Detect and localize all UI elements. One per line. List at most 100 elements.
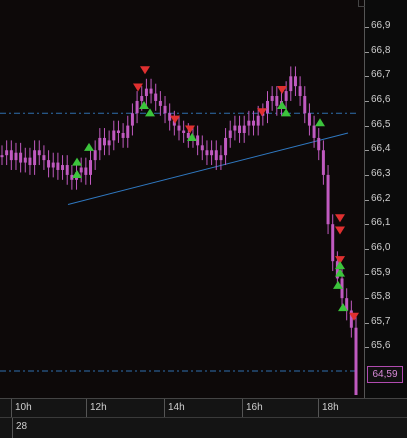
buy-signal-marker — [315, 118, 325, 127]
price-tick-mark — [365, 100, 369, 102]
candle-body — [23, 157, 27, 163]
candle-body — [149, 88, 153, 94]
candle-body — [5, 150, 9, 156]
price-tick-mark — [365, 150, 369, 152]
date-axis: 28 — [0, 417, 407, 438]
price-tick-label: 66,7 — [371, 69, 391, 81]
candle-body — [298, 86, 302, 97]
candle-body — [266, 100, 269, 114]
sell-signal-marker — [335, 226, 345, 235]
candle-body — [144, 88, 148, 97]
price-tick-label: 65,9 — [371, 266, 391, 278]
price-axis[interactable]: 66,9 66,8 66,7 66,6 66,5 66,4 66,3 66,2 66,1 66,0… — [365, 0, 407, 398]
time-separator — [242, 399, 243, 418]
date-separator — [12, 418, 13, 438]
price-tick-mark — [365, 224, 369, 226]
price-tick-label: 65,7 — [371, 315, 391, 327]
candle-body — [233, 125, 237, 131]
candle-body — [37, 150, 41, 156]
price-chart-svg — [0, 66, 359, 395]
time-axis[interactable]: 10h 12h 14h 16h 18h — [0, 398, 407, 418]
candle-body — [28, 157, 32, 166]
candle-body — [9, 150, 13, 161]
chart-window: 66,9 66,8 66,7 66,6 66,5 66,4 66,3 66,2 66,1 66,0… — [0, 0, 407, 438]
candle-body — [107, 140, 111, 146]
candle-body — [177, 125, 181, 131]
price-tick-label: 66,4 — [371, 143, 391, 155]
price-tick-mark — [365, 322, 369, 324]
candle-body — [214, 150, 218, 161]
chart-corner-divider — [358, 0, 365, 7]
candle-body — [224, 137, 228, 156]
price-tick-mark — [365, 347, 369, 349]
price-tick-label: 66,3 — [371, 167, 391, 179]
candle-body — [270, 96, 274, 101]
candle-body — [140, 96, 144, 101]
candle-body — [93, 150, 97, 161]
candle-body — [98, 137, 102, 151]
sell-signal-marker — [140, 66, 150, 75]
candle-body — [65, 165, 69, 175]
price-tick-label: 66,6 — [371, 93, 391, 105]
candle-body — [210, 150, 214, 156]
candle-body — [135, 100, 139, 114]
price-tick-label: 65,6 — [371, 340, 391, 352]
candle-body — [354, 327, 358, 395]
price-tick-label: 66,9 — [371, 20, 391, 31]
price-tick-label: 66,1 — [371, 217, 391, 229]
price-tick-mark — [365, 199, 369, 201]
price-tick-mark — [365, 76, 369, 78]
sell-signal-marker — [335, 214, 345, 223]
buy-signal-marker — [84, 142, 94, 151]
candle-body — [116, 130, 120, 133]
candle-body — [130, 113, 134, 126]
candle-body — [163, 105, 167, 114]
price-tick-label: 66,0 — [371, 241, 391, 253]
candle-body — [102, 137, 106, 146]
candle-body — [331, 224, 335, 262]
candle-body — [317, 137, 321, 151]
price-tick-label: 66,5 — [371, 118, 391, 130]
buy-signal-marker — [72, 157, 82, 166]
candle-body — [312, 125, 316, 138]
time-tick-label: 10h — [15, 402, 32, 413]
candle-body — [182, 130, 186, 133]
candle-body — [186, 132, 190, 138]
candle-body — [42, 155, 46, 161]
candle-body — [205, 150, 209, 156]
candle-body — [219, 155, 223, 161]
candle-body — [84, 167, 88, 175]
price-chart-plot[interactable] — [0, 0, 365, 398]
candle-body — [89, 160, 92, 175]
time-separator — [11, 399, 12, 418]
price-tick-mark — [365, 27, 369, 28]
date-label: 28 — [16, 421, 28, 432]
candle-body — [158, 100, 162, 106]
last-price-label: 64,59 — [367, 366, 403, 383]
candle-body — [33, 150, 37, 166]
candle-body — [303, 96, 307, 114]
price-tick-mark — [365, 125, 369, 127]
time-separator — [86, 399, 87, 418]
candle-body — [121, 132, 125, 138]
price-tick-mark — [365, 298, 369, 300]
candle-body — [51, 162, 55, 168]
candle-body — [289, 76, 293, 92]
candle-body — [252, 120, 256, 126]
candle-body — [19, 152, 23, 163]
time-tick-label: 12h — [90, 402, 107, 413]
candle-body — [321, 150, 325, 175]
buy-signal-marker — [145, 108, 155, 117]
candle-body — [284, 91, 288, 101]
buy-signal-marker — [281, 108, 291, 117]
candle-body — [154, 93, 158, 101]
price-tick-label: 66,8 — [371, 44, 391, 56]
buy-signal-marker — [277, 100, 287, 109]
candle-body — [79, 167, 83, 173]
time-tick-label: 16h — [246, 402, 263, 413]
time-separator — [318, 399, 319, 418]
candle-body — [326, 174, 330, 225]
time-tick-label: 14h — [168, 402, 185, 413]
price-tick-mark — [365, 273, 369, 275]
candle-body — [168, 113, 172, 121]
